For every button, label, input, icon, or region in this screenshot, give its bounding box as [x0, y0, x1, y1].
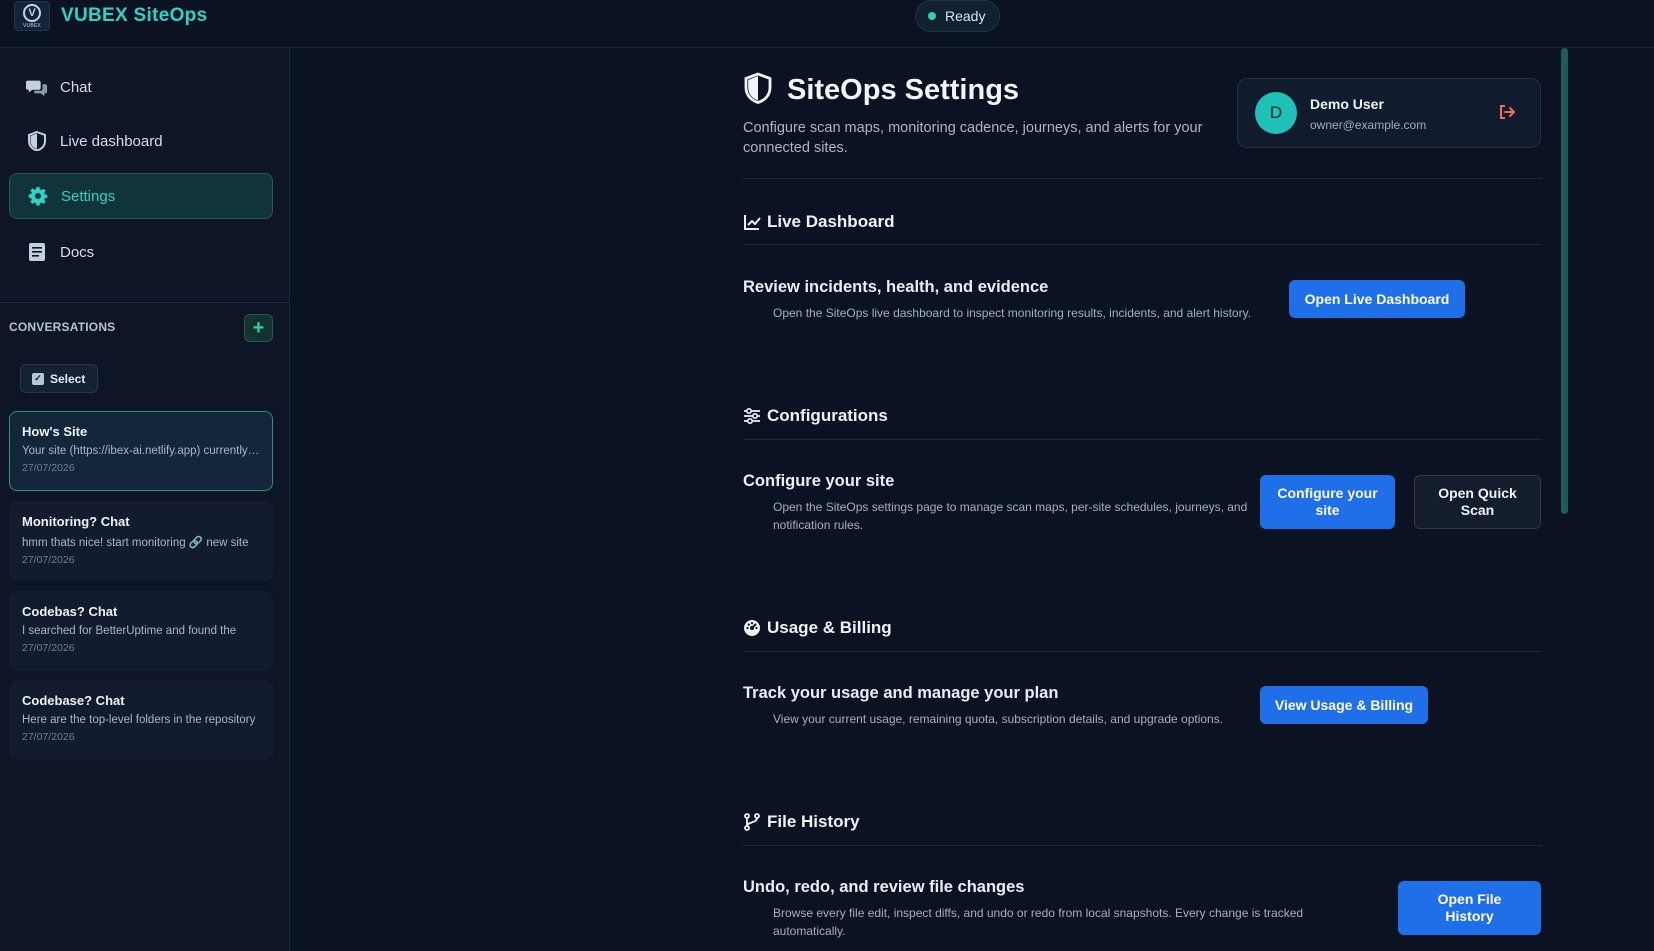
sliders-icon — [743, 407, 761, 425]
conversation-preview: I searched for BetterUptime and found th… — [22, 625, 237, 637]
sidebar: Chat Live dashboard Settings Docs CONVER… — [0, 48, 290, 951]
section-heading-live-dashboard: Live Dashboard — [743, 212, 895, 232]
setting-title: Review incidents, health, and evidence — [743, 278, 1049, 296]
line-chart-icon — [743, 213, 761, 231]
gear-icon — [27, 185, 49, 207]
section-heading-text: Live Dashboard — [767, 212, 895, 231]
setting-description: Browse every file edit, inspect diffs, a… — [773, 906, 1304, 938]
shield-icon — [26, 130, 48, 152]
logout-icon[interactable] — [1498, 103, 1518, 123]
conversation-date: 27/07/2026 — [22, 642, 75, 654]
setting-description: View your current usage, remaining quota… — [773, 712, 1224, 726]
section-heading-file-history: File History — [743, 812, 860, 832]
setting-description: Open the SiteOps live dashboard to inspe… — [773, 306, 1252, 320]
sidebar-item-chat[interactable]: Chat — [9, 64, 273, 110]
avatar: D — [1255, 92, 1297, 134]
logo-mark-icon: V — [23, 3, 41, 22]
open-live-dashboard-button[interactable]: Open Live Dashboard — [1289, 280, 1465, 318]
status-badge: Ready — [915, 0, 1001, 32]
open-quick-scan-button[interactable]: Open Quick Scan — [1414, 475, 1541, 529]
select-button[interactable]: ✓ Select — [20, 364, 98, 393]
conversation-preview: hmm thats nice! start monitoring 🔗 new s… — [22, 537, 249, 549]
gauge-icon — [743, 619, 761, 637]
view-usage-billing-button[interactable]: View Usage & Billing — [1260, 686, 1428, 724]
git-branch-icon — [743, 813, 761, 831]
user-email: owner@example.com — [1310, 118, 1427, 132]
divider — [743, 439, 1542, 440]
conversation-title: Codebase? Chat — [22, 693, 125, 708]
setting-title: Track your usage and manage your plan — [743, 684, 1059, 702]
page-title: SiteOps Settings — [787, 74, 1020, 106]
sidebar-item-label: Docs — [60, 243, 95, 261]
section-heading-text: Configurations — [767, 406, 888, 425]
sidebar-item-live-dashboard[interactable]: Live dashboard — [9, 118, 273, 164]
select-label: Select — [50, 371, 86, 386]
conversations-heading: CONVERSATIONS — [9, 320, 116, 334]
shield-icon — [743, 72, 773, 109]
conversation-preview: Here are the top-level folders in the re… — [22, 714, 256, 726]
divider — [743, 651, 1542, 652]
conversation-date: 27/07/2026 — [22, 554, 75, 566]
conversation-item[interactable]: Codebas? Chat I searched for BetterUptim… — [9, 591, 273, 671]
divider — [743, 178, 1542, 179]
page-subtitle: Configure scan maps, monitoring cadence,… — [743, 120, 1203, 156]
status-dot-icon — [928, 12, 936, 20]
conversation-date: 27/07/2026 — [22, 462, 75, 474]
app-title: VUBEX SiteOps — [61, 5, 208, 26]
setting-title: Undo, redo, and review file changes — [743, 878, 1025, 896]
sidebar-divider — [0, 302, 290, 303]
user-name: Demo User — [1310, 96, 1384, 112]
sidebar-item-settings[interactable]: Settings — [9, 173, 273, 219]
sidebar-item-label: Chat — [60, 78, 92, 96]
conversation-date: 27/07/2026 — [22, 731, 75, 743]
section-heading-configurations: Configurations — [743, 406, 888, 426]
conversation-item[interactable]: Monitoring? Chat hmm thats nice! start m… — [9, 501, 273, 581]
book-icon — [26, 241, 48, 263]
conversation-item[interactable]: How's Site Your site (https://ibex-ai.ne… — [9, 411, 273, 491]
divider — [743, 244, 1542, 245]
app-logo: V VUBEX — [14, 1, 50, 31]
conversation-item[interactable]: Codebase? Chat Here are the top-level fo… — [9, 680, 273, 760]
conversation-title: Codebas? Chat — [22, 604, 118, 619]
sidebar-item-docs[interactable]: Docs — [9, 229, 273, 275]
sidebar-item-label: Settings — [61, 187, 116, 205]
section-heading-text: File History — [767, 812, 860, 831]
setting-title: Configure your site — [743, 472, 895, 490]
sidebar-item-label: Live dashboard — [60, 132, 163, 150]
top-bar: V VUBEX VUBEX SiteOps Ready — [0, 0, 1654, 48]
chat-bubbles-icon — [26, 76, 48, 98]
section-heading-usage-billing: Usage & Billing — [743, 618, 892, 638]
logo-text: VUBEX — [23, 22, 41, 29]
main-scrollbar[interactable] — [1561, 48, 1568, 514]
divider — [743, 845, 1542, 846]
conversation-preview: Your site (https://ibex-ai.netlify.app) … — [22, 445, 260, 457]
new-conversation-button[interactable]: + — [244, 314, 273, 342]
setting-description: Open the SiteOps settings page to manage… — [773, 500, 1248, 532]
section-heading-text: Usage & Billing — [767, 618, 892, 637]
conversation-title: Monitoring? Chat — [22, 514, 130, 529]
status-label: Ready — [945, 8, 986, 24]
open-file-history-button[interactable]: Open File History — [1398, 881, 1541, 935]
conversation-title: How's Site — [22, 424, 88, 439]
user-card: D Demo User owner@example.com — [1237, 78, 1541, 148]
configure-site-button[interactable]: Configure your site — [1260, 475, 1395, 529]
page-header: SiteOps Settings — [743, 72, 1019, 109]
checkbox-icon: ✓ — [32, 372, 44, 385]
